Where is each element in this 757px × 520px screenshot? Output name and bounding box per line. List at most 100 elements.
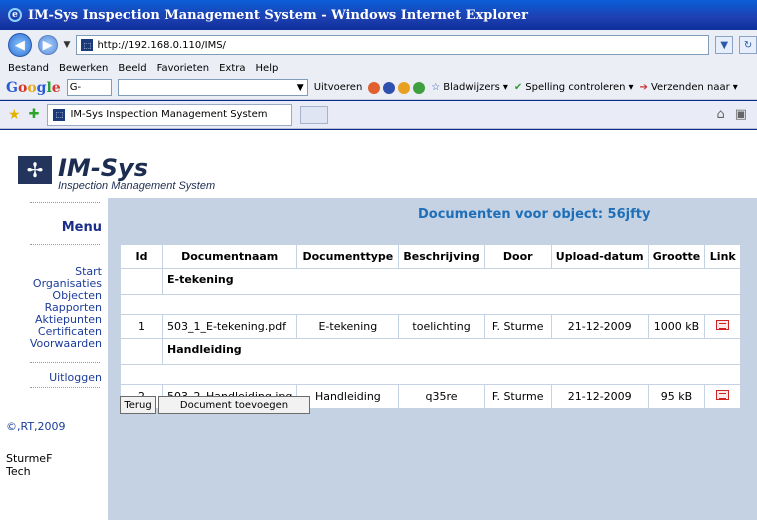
doc-desc: toelichting	[398, 314, 485, 339]
document-link-icon[interactable]	[716, 390, 730, 400]
col-upload-datum: Upload-datum	[550, 244, 649, 269]
sidebar-nav: Start Organisaties Objecten Rapporten Ak…	[30, 266, 102, 350]
address-bar: ◀ ▶ ▼ ⬚ http://192.168.0.110/IMS/ ▼ ↻	[0, 30, 757, 60]
url-text: http://192.168.0.110/IMS/	[97, 39, 226, 51]
web-page: ✢ IM-Sys Inspection Management System Me…	[0, 130, 757, 520]
send-label: Verzenden naar	[650, 82, 730, 93]
spacer-cell	[119, 294, 742, 315]
doc-date: 21-12-2009	[550, 314, 649, 339]
user-name: SturmeF	[6, 452, 53, 465]
extension-icon[interactable]	[413, 81, 426, 94]
doc-id: 1	[120, 314, 163, 339]
col-documentnaam: Documentnaam	[161, 244, 298, 269]
pagerank-icon[interactable]	[383, 81, 396, 94]
spellcheck-button[interactable]: ✔ Spelling controleren ▾	[514, 82, 634, 93]
group-spacer-row	[119, 364, 742, 385]
group-row: Handleiding	[120, 338, 742, 365]
doc-by: F. Sturme	[483, 314, 552, 339]
add-favorite-icon[interactable]: ✚	[29, 107, 40, 122]
star-bookmark-icon: ☆	[431, 82, 441, 93]
spellcheck-icon: ✔	[513, 82, 523, 93]
user-info: SturmeF Tech	[6, 452, 52, 478]
sidebar-divider	[30, 202, 100, 203]
toolbar-icons	[368, 81, 426, 94]
doc-size: 95 kB	[647, 384, 706, 409]
popup-blocker-icon[interactable]	[368, 81, 381, 94]
doc-desc: q35re	[398, 384, 485, 409]
menu-bar: Bestand Bewerken Beeld Favorieten Extra …	[0, 60, 757, 76]
col-grootte: Grootte	[647, 244, 706, 269]
send-arrow-icon: ➔	[639, 82, 648, 93]
menu-title: Menu	[61, 220, 102, 235]
page-title: Documenten voor object: 56jfty	[418, 207, 651, 222]
send-button[interactable]: ➔ Verzenden naar ▾	[640, 82, 738, 93]
tab-active[interactable]: ⬚ IM-Sys Inspection Management System	[47, 103, 293, 126]
doc-link-cell	[704, 384, 742, 409]
compass-logo-icon: ✢	[18, 156, 52, 184]
history-dropdown-icon[interactable]: ▼	[64, 40, 71, 50]
menu-extra[interactable]: Extra	[219, 63, 245, 74]
group-row: E-tekening	[120, 268, 742, 295]
site-favicon-icon: ⬚	[81, 39, 94, 51]
forward-arrow-icon[interactable]: ▶	[37, 35, 58, 55]
menu-bestand[interactable]: Bestand	[8, 63, 49, 74]
sidebar-divider	[30, 362, 100, 363]
table-row: 1 503_1_E-tekening.pdf E-tekening toelic…	[120, 314, 742, 339]
bookmarks-label: Bladwijzers	[443, 82, 500, 93]
google-menu[interactable]: G-	[66, 79, 112, 96]
back-button[interactable]: Terug	[120, 396, 156, 414]
refresh-icon[interactable]: ↻	[739, 36, 757, 54]
url-dropdown-icon[interactable]: ▼	[715, 36, 734, 54]
logout-link[interactable]: Uitloggen	[49, 371, 102, 384]
tab-row: ★ ✚ ⬚ IM-Sys Inspection Management Syste…	[0, 101, 757, 129]
col-link: Link	[704, 244, 742, 269]
doc-size: 1000 kB	[647, 314, 706, 339]
chevron-down-icon: ▾	[628, 82, 634, 93]
menu-help[interactable]: Help	[256, 63, 279, 74]
chevron-down-icon: ▾	[732, 82, 738, 93]
sidebar-item-voorwaarden[interactable]: Voorwaarden	[30, 338, 102, 350]
search-label: Uitvoeren	[313, 82, 363, 93]
col-documenttype: Documenttype	[296, 244, 400, 269]
google-search-input[interactable]: ▼	[117, 79, 308, 96]
sidebar-divider	[30, 244, 100, 245]
site-logo: ✢ IM-Sys Inspection Management System	[18, 156, 215, 192]
back-arrow-icon[interactable]: ◀	[8, 33, 32, 57]
doc-by: F. Sturme	[483, 384, 552, 409]
doc-type: Handleiding	[296, 384, 400, 409]
home-icon[interactable]: ⌂	[716, 107, 724, 122]
sidebar: Menu Start Organisaties Objecten Rapport…	[0, 202, 108, 520]
menu-beeld[interactable]: Beeld	[118, 63, 146, 74]
url-input[interactable]: ⬚ http://192.168.0.110/IMS/	[76, 35, 710, 55]
new-tab-button[interactable]	[300, 105, 329, 124]
add-document-button[interactable]: Document toevoegen	[158, 396, 310, 414]
user-role: Tech	[6, 465, 31, 478]
menu-bewerken[interactable]: Bewerken	[59, 63, 108, 74]
menu-favorieten[interactable]: Favorieten	[157, 63, 209, 74]
logo-title: IM-Sys	[58, 154, 148, 182]
col-id: Id	[120, 244, 163, 269]
group-spacer-cell	[120, 338, 163, 365]
doc-link-cell	[704, 314, 742, 339]
sidebar-divider	[30, 387, 100, 388]
spellcheck-label: Spelling controleren	[525, 82, 626, 93]
doc-date: 21-12-2009	[550, 384, 649, 409]
content-panel: Documenten voor object: 56jfty Id Docume…	[108, 198, 757, 520]
autofill-icon[interactable]	[398, 81, 411, 94]
google-toolbar: Google G- ▼ Uitvoeren ☆ Bladwijzers ▾ ✔ Spe…	[0, 76, 757, 100]
doc-type: E-tekening	[296, 314, 400, 339]
ie-logo-icon: e	[8, 8, 22, 22]
search-button[interactable]: Uitvoeren	[314, 82, 363, 93]
window-title: IM-Sys Inspection Management System - Wi…	[28, 7, 528, 23]
col-beschrijving: Beschrijving	[398, 244, 485, 269]
google-logo[interactable]: Google	[6, 80, 61, 96]
group-spacer-cell	[120, 268, 163, 295]
document-link-icon[interactable]	[716, 320, 730, 330]
site-favicon-icon: ⬚	[53, 108, 66, 121]
logo-subtitle: Inspection Management System	[58, 180, 216, 192]
tab-tools: ⌂ ▣	[716, 107, 747, 122]
favorites-star-icon[interactable]: ★	[8, 107, 21, 123]
bookmarks-button[interactable]: ☆ Bladwijzers ▾	[431, 82, 508, 93]
feeds-icon[interactable]: ▣	[735, 107, 747, 122]
tab-label: IM-Sys Inspection Management System	[70, 109, 268, 120]
